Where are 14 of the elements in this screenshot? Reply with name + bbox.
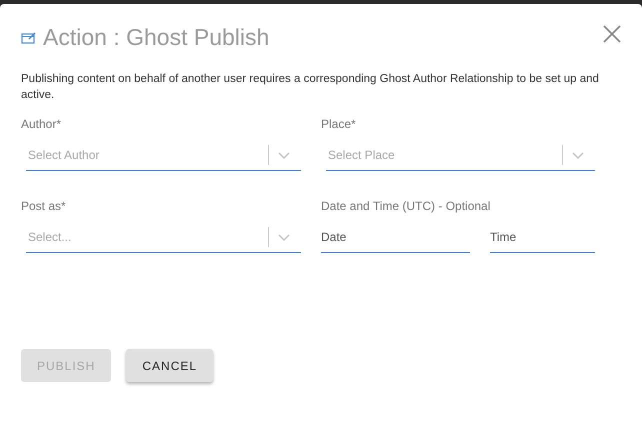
field-label: Place* (321, 117, 357, 131)
edit-icon (21, 31, 37, 44)
select-field[interactable]: Select Author (26, 139, 301, 171)
close-button[interactable] (602, 24, 622, 44)
select-field[interactable]: Select Place (326, 139, 595, 171)
select-field[interactable]: Select... (26, 221, 301, 253)
description: Publishing content on behalf of another user requires a corresponding Ghost Author Relationship to be set up and active. (21, 72, 600, 103)
time-field[interactable]: Time (490, 221, 595, 253)
cancel-button[interactable]: CANCEL (126, 349, 214, 382)
field-label: Post as* (21, 199, 67, 213)
dialog-title: Action : Ghost Publish (43, 24, 270, 51)
field-label: Author* (21, 117, 62, 131)
field-label: Date and Time (UTC) - Optional (321, 199, 492, 213)
date-field[interactable]: Date (321, 221, 470, 253)
